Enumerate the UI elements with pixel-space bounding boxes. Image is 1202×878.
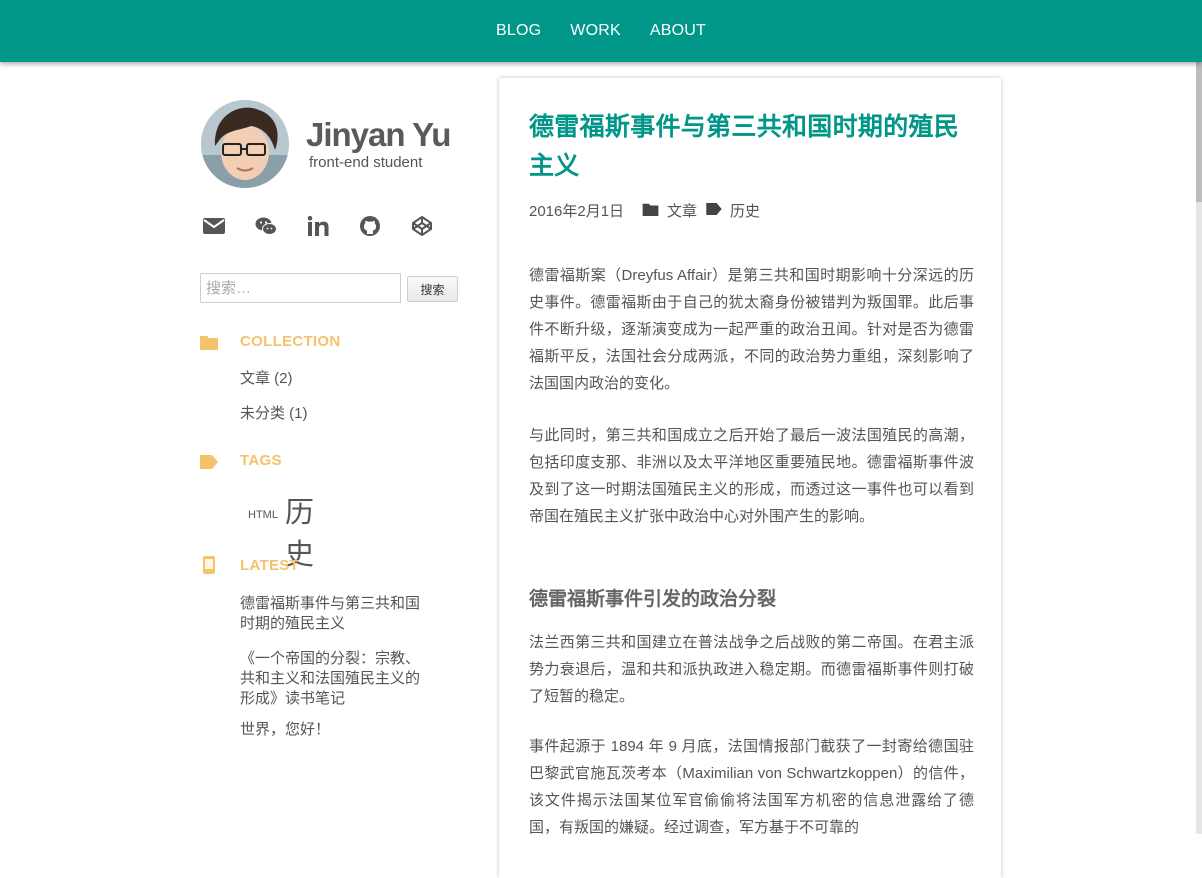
- scrollbar-thumb[interactable]: [1196, 62, 1202, 202]
- avatar-image: [201, 100, 289, 188]
- latest-post-link[interactable]: 世界，您好！: [240, 720, 430, 740]
- nav-work[interactable]: WORK: [570, 22, 621, 40]
- post-paragraph: 与此同时，第三共和国成立之后开始了最后一波法国殖民的高潮，包括印度支那、非洲以及…: [529, 427, 974, 525]
- post-paragraph: 德雷福斯案（Dreyfus Affair）是第三共和国时期影响十分深远的历史事件…: [529, 267, 974, 392]
- mobile-icon: [203, 556, 215, 574]
- profile-role: front-end student: [309, 154, 423, 171]
- github-icon[interactable]: [358, 214, 382, 238]
- search-input[interactable]: [200, 273, 401, 303]
- codepen-icon[interactable]: [410, 214, 434, 238]
- tags-title: TAGS: [240, 452, 282, 469]
- collection-item[interactable]: 文章 (2): [240, 368, 293, 390]
- collection-item[interactable]: 未分类 (1): [240, 403, 308, 425]
- folder-icon: [642, 203, 659, 216]
- latest-title: LATEST: [240, 557, 300, 574]
- top-navbar: BLOG WORK ABOUT: [0, 0, 1202, 62]
- linkedin-icon[interactable]: [306, 214, 330, 238]
- wechat-icon[interactable]: [254, 214, 278, 238]
- latest-post-link[interactable]: 《一个帝国的分裂：宗教、共和主义和法国殖民主义的形成》读书笔记: [240, 649, 430, 709]
- post-subheading: 德雷福斯事件引发的政治分裂: [529, 589, 777, 610]
- folder-icon: [200, 336, 218, 350]
- tag-icon: [200, 455, 218, 469]
- post-category-link[interactable]: 文章: [667, 200, 697, 221]
- latest-post-link[interactable]: 德雷福斯事件与第三共和国时期的殖民主义: [240, 594, 430, 634]
- post-paragraph: 法兰西第三共和国建立在普法战争之后战败的第二帝国。在君主派势力衰退后，温和共和派…: [529, 634, 974, 705]
- nav-blog[interactable]: BLOG: [496, 22, 541, 40]
- post-date: 2016年2月1日: [529, 203, 625, 220]
- profile-name: Jinyan Yu: [306, 116, 451, 153]
- main-nav: BLOG WORK ABOUT: [0, 0, 1202, 62]
- mail-icon[interactable]: [202, 214, 226, 238]
- post-tag-link[interactable]: 历史: [730, 200, 760, 221]
- collection-title: COLLECTION: [240, 333, 341, 350]
- tag-icon: [706, 203, 722, 215]
- scrollbar[interactable]: [1196, 62, 1202, 834]
- search-button[interactable]: 搜索: [407, 276, 458, 302]
- post-paragraph: 事件起源于 1894 年 9 月底，法国情报部门截获了一封寄给德国驻巴黎武官施瓦…: [529, 738, 974, 836]
- post-title[interactable]: 德雷福斯事件与第三共和国时期的殖民主义: [529, 108, 979, 186]
- tag-html[interactable]: HTML: [248, 509, 278, 521]
- nav-about[interactable]: ABOUT: [650, 22, 706, 40]
- avatar[interactable]: [201, 100, 289, 188]
